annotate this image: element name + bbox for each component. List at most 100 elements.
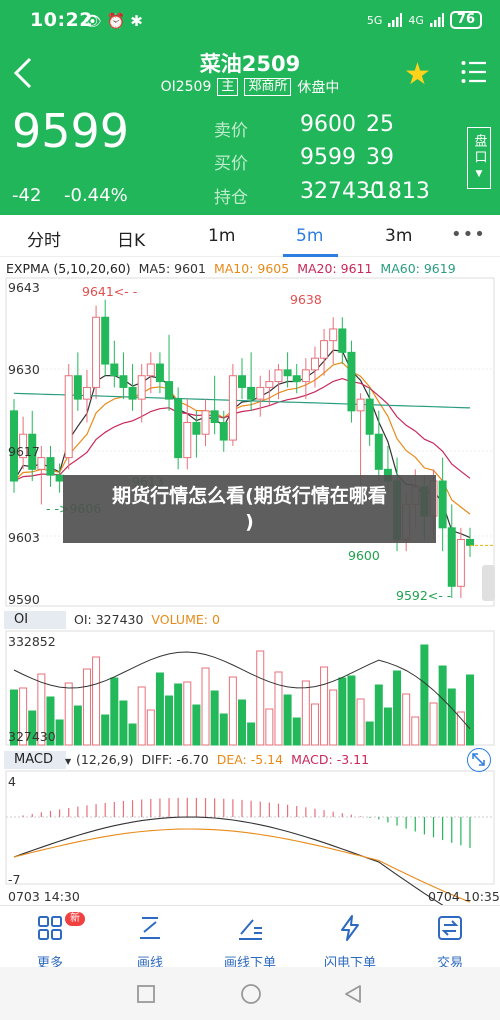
macd-panel-label[interactable]: MACD [4,751,66,769]
candle-body [466,539,474,546]
oi-axis-label: 327430 [8,729,56,744]
tab-3m[interactable]: 3m [385,226,412,246]
pankou-label: 盘口 [471,134,487,166]
price-panel-frame [5,277,495,607]
candle-body [210,410,219,424]
trading-state: 休盘中 [297,80,340,96]
flash-order-button[interactable]: 闪电下单 [305,914,395,971]
candle-body [228,375,237,441]
volume-bar [82,668,91,746]
menu-icon[interactable] [461,60,487,84]
candle-body [447,527,456,587]
candle-body [374,433,383,470]
tab-timeshare[interactable]: 分时 [27,226,61,251]
volume-bar [438,665,447,746]
candle-body [146,363,155,377]
high-annotation: 9641<- - [82,284,138,299]
open-interest-change: -1813 [366,179,430,204]
candle-body [356,398,365,412]
more-periods-icon[interactable]: ••• [451,224,486,245]
high-annotation-2: 9638 [290,292,322,307]
expma-legend: EXPMA (5,10,20,60) MA5: 9601 MA10: 9605 M… [6,261,460,276]
back-icon[interactable] [344,984,362,1004]
tab-daily-k[interactable]: 日K [117,226,145,251]
volume-bar [411,716,420,746]
candle-body [37,457,46,470]
volume-bar [201,667,210,746]
low-annotation-2: 9600 [348,548,380,563]
low-annotation-3: 9592<- - [396,588,452,603]
candle-body [128,386,137,400]
candle-body [283,369,292,377]
volume-bar [247,722,256,746]
price-change-pct: -0.44% [64,185,128,206]
buy-label: 买价 [214,154,248,174]
oi-axis-label: 332852 [8,634,56,649]
macd-panel-frame [5,770,495,885]
candle-body [456,539,465,587]
system-nav-bar [0,967,500,1020]
favorite-star-icon[interactable]: ★ [404,57,431,92]
tab-1m[interactable]: 1m [208,226,235,246]
draw-line-order-button[interactable]: 画线下单 [205,914,295,971]
new-badge: 新 [65,912,85,926]
trade-button[interactable]: 交易 [405,914,495,971]
volume-bar [128,723,137,746]
candle-body [110,363,119,377]
ma10-value: MA10: 9605 [213,261,290,276]
candle-body [219,422,228,441]
home-icon[interactable] [240,983,262,1005]
signal-4g-icon: 4G [408,13,424,27]
recent-apps-icon[interactable] [137,985,155,1003]
chart-area[interactable] [0,257,500,905]
volume-bar [338,677,347,746]
dea-line [13,828,471,903]
tab-5m[interactable]: 5m [296,226,323,246]
sell-price: 9600 [300,112,356,137]
volume-bar [466,674,474,746]
candle-body [101,316,110,365]
signal-bars-2-icon [429,13,444,27]
more-button[interactable]: 新 更多 [5,912,95,971]
grid-icon [38,916,62,940]
main-contract-tag: 主 [217,78,239,96]
volume-bar [92,656,101,746]
oi-panel-label[interactable]: OI [4,611,66,629]
macd-dropdown-icon[interactable]: ▼ [65,757,71,766]
expand-chart-icon[interactable] [467,748,491,772]
macd-value: MACD: -3.11 [291,752,370,767]
signal-bars-icon [388,13,403,27]
pankou-toggle[interactable]: 盘口 ▼ [467,127,491,189]
buy-price: 9599 [300,145,356,170]
battery-icon: 76 [449,11,482,29]
dea-value: DEA: -5.14 [216,752,284,767]
volume-bar [393,670,402,746]
period-tabs: 分时 日K 1m 5m 3m ••• [0,215,500,257]
volume-bar [420,644,429,746]
volume-bar [292,717,301,746]
kline-chart-svg[interactable] [0,257,500,905]
candle-body [265,381,274,388]
candle-body [256,386,265,400]
side-panel-handle[interactable] [482,565,495,601]
status-icons: 👁 ⏰ ✱ [83,12,143,30]
overlay-line-2: ) [245,511,254,533]
price-axis-label: 9603 [8,530,40,545]
ma20-value: MA20: 9611 [297,261,373,276]
volume-bar [283,694,292,746]
volume-bar [429,702,438,746]
ma60-value: MA60: 9619 [380,261,456,276]
candle-body [238,375,246,388]
candle-body [119,375,128,388]
volume-bar [347,675,356,746]
trade-icon [438,916,462,940]
candle-body [338,328,347,353]
candle-body [64,375,73,459]
candle-body [183,422,192,459]
candle-body [92,316,101,388]
draw-line-button[interactable]: 画线 [105,914,195,971]
time-axis-end: 0704 10:35 [428,889,500,904]
volume-bar [110,677,119,746]
diff-value: DIFF: -6.70 [141,752,209,767]
candle-body [82,386,91,400]
